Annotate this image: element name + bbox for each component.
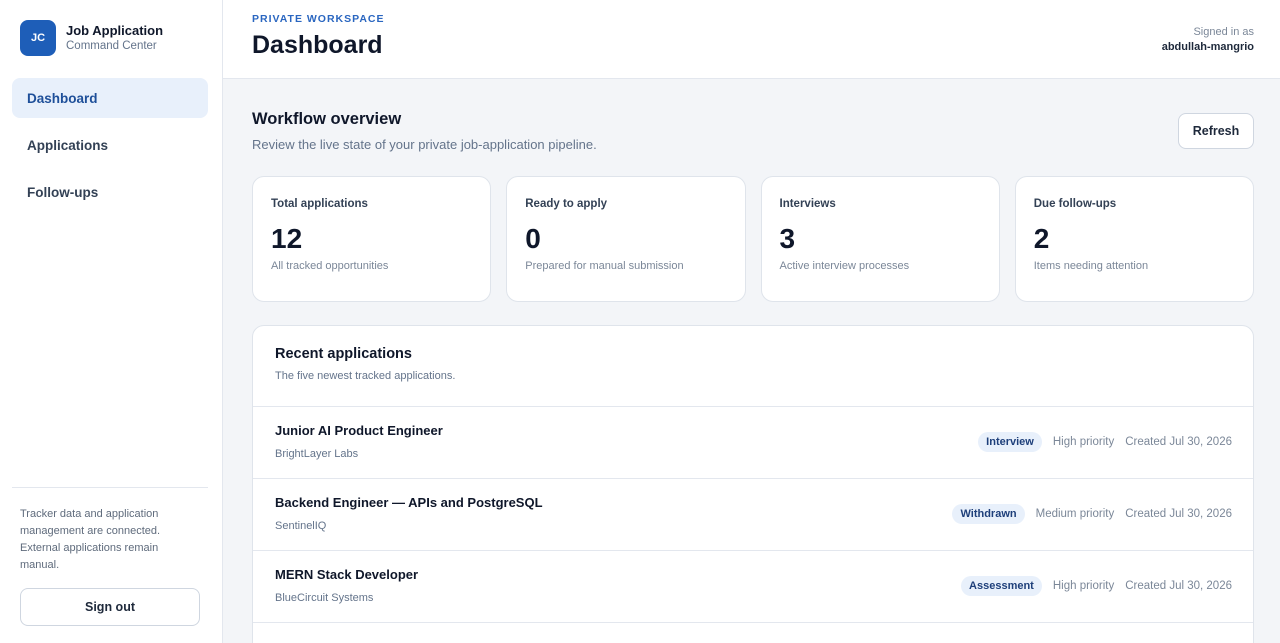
application-title: MERN Stack Developer [275, 567, 419, 582]
overview-subtitle: Review the live state of your private jo… [252, 137, 597, 152]
application-meta: Withdrawn Medium priority Created Jul 30… [952, 504, 1232, 524]
application-title: Junior AI Product Engineer [275, 423, 443, 438]
application-title: Backend Engineer — APIs and PostgreSQL [275, 495, 543, 510]
stat-value: 2 [1033, 223, 1050, 254]
recent-applications-subtitle: The five newest tracked applications. [275, 370, 456, 382]
sidebar-item-applications[interactable]: Applications [12, 125, 208, 165]
stat-value: 12 [271, 223, 303, 254]
recent-applications-panel: Recent applications The five newest trac… [252, 325, 1254, 643]
stats-grid: Total applications 12 All tracked opport… [252, 176, 1254, 302]
priority-text: High priority [1052, 580, 1115, 592]
sidebar-divider [12, 487, 208, 488]
application-row[interactable]: Junior AI Product Engineer BrightLayer L… [253, 407, 1253, 479]
workspace-eyebrow: PRIVATE WORKSPACE [252, 13, 385, 25]
application-row[interactable]: Backend Engineer — APIs and PostgreSQL S… [253, 479, 1253, 551]
sidebar-item-follow-ups[interactable]: Follow-ups [12, 172, 208, 212]
status-badge: Withdrawn [952, 504, 1025, 524]
stat-label: Ready to apply [525, 198, 608, 210]
brand-subtitle: Command Center [66, 40, 157, 52]
sign-out-button[interactable]: Sign out [20, 588, 200, 626]
application-company: SentinelIQ [275, 520, 327, 532]
created-date: Created Jul 30, 2026 [1125, 508, 1232, 520]
application-meta: Assessment High priority Created Jul 30,… [961, 576, 1232, 596]
stat-description: All tracked opportunities [271, 260, 389, 272]
application-meta: Interview High priority Created Jul 30, … [978, 432, 1232, 452]
created-date: Created Jul 30, 2026 [1125, 436, 1232, 448]
brand-text: Job Application Command Center [66, 23, 163, 53]
recent-applications-title: Recent applications [275, 346, 412, 362]
brand-logo: JC [20, 20, 56, 56]
application-company: BrightLayer Labs [275, 448, 359, 460]
priority-text: Medium priority [1035, 508, 1115, 520]
stat-card-follow-ups: Due follow-ups 2 Items needing attention [1014, 176, 1254, 302]
stat-card-interviews: Interviews 3 Active interview processes [760, 176, 1000, 302]
stat-label: Due follow-ups [1033, 198, 1117, 210]
recent-applications-header: Recent applications The five newest trac… [253, 326, 1253, 407]
application-row[interactable]: MERN Stack Developer BlueCircuit Systems… [253, 551, 1253, 623]
stat-description: Prepared for manual submission [525, 260, 684, 272]
stat-label: Interviews [779, 198, 836, 210]
signed-in-username: abdullah-mangrio [1161, 41, 1254, 53]
sidebar: JC Job Application Command Center Dashbo… [0, 0, 223, 643]
signed-in-info: Signed in as abdullah-mangrio [1162, 25, 1254, 55]
stat-description: Active interview processes [779, 260, 910, 272]
stat-value: 0 [525, 223, 541, 254]
refresh-button[interactable]: Refresh [1178, 113, 1254, 149]
application-company: BlueCircuit Systems [275, 592, 374, 604]
sidebar-note: Tracker data and application management … [20, 508, 161, 571]
brand-title: Job Application [66, 23, 164, 38]
stat-card-ready: Ready to apply 0 Prepared for manual sub… [506, 176, 746, 302]
overview-title: Workflow overview [252, 110, 402, 128]
sidebar-item-dashboard[interactable]: Dashboard [12, 78, 208, 118]
page-header: PRIVATE WORKSPACE Dashboard Signed in as… [223, 0, 1280, 79]
stat-card-total: Total applications 12 All tracked opport… [252, 176, 492, 302]
signed-in-label: Signed in as [1193, 26, 1254, 38]
created-date: Created Jul 30, 2026 [1125, 580, 1232, 592]
stat-description: Items needing attention [1033, 260, 1149, 272]
brand: JC Job Application Command Center [20, 20, 163, 56]
stat-label: Total applications [271, 198, 368, 210]
sidebar-nav: Dashboard Applications Follow-ups [12, 78, 208, 219]
status-badge: Assessment [961, 576, 1042, 596]
page-title: Dashboard [252, 31, 383, 59]
stat-value: 3 [779, 223, 796, 254]
priority-text: High priority [1052, 436, 1115, 448]
status-badge: Interview [978, 432, 1042, 452]
